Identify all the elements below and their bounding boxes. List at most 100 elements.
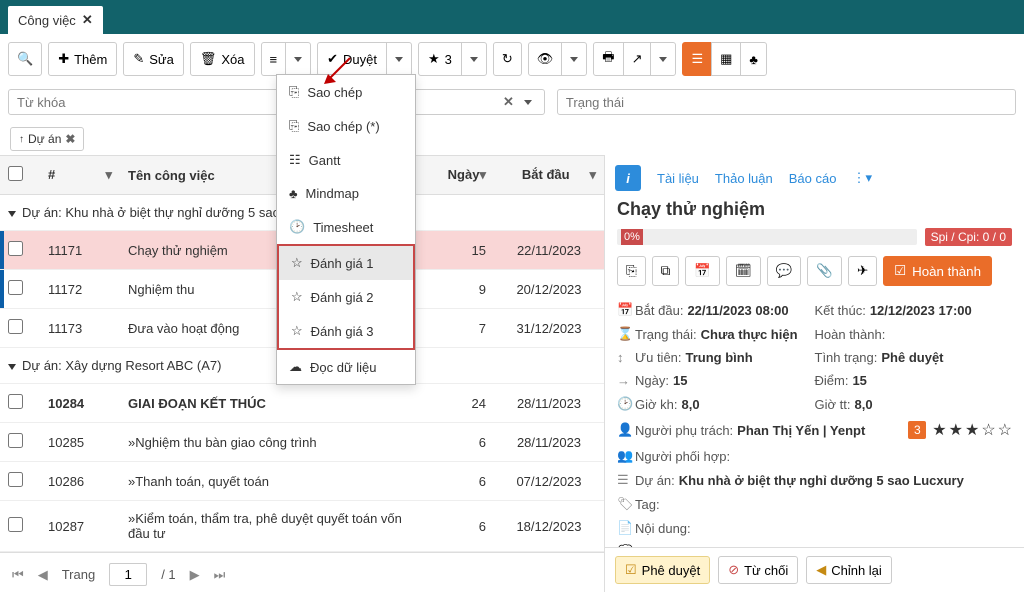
priority-icon: ↕ xyxy=(617,350,631,365)
table-row[interactable]: 10287»Kiểm toán, thẩm tra, phê duyệt quy… xyxy=(0,501,604,552)
tab-label: Công việc xyxy=(18,13,76,28)
comment-button[interactable]: 💬 xyxy=(767,256,802,286)
tag-icon: 🏷 xyxy=(617,496,631,512)
pager-first[interactable]: ⏮ xyxy=(12,567,24,583)
row-checkbox[interactable] xyxy=(8,517,23,532)
menu-rate-1[interactable]: ☆Đánh giá 1 xyxy=(279,246,413,280)
remove-chip-icon[interactable]: ✖ xyxy=(65,132,75,146)
clear-icon[interactable]: ✕ xyxy=(497,94,520,110)
menu-rate-2[interactable]: ☆Đánh giá 2 xyxy=(279,280,413,314)
caret-icon[interactable] xyxy=(524,100,532,105)
clock-icon: 🕑 xyxy=(289,219,305,235)
menu-read-data[interactable]: ☁Đọc dữ liệu xyxy=(277,350,415,384)
list-dropdown[interactable] xyxy=(285,42,311,76)
progress-bar: 0% xyxy=(617,229,917,245)
user-icon: 👤 xyxy=(617,422,631,438)
attach-button[interactable]: 📎 xyxy=(807,256,842,286)
up-icon: ↑ xyxy=(19,134,24,145)
footer-edit-button[interactable]: ◀ Chỉnh lại xyxy=(806,556,892,584)
search-status[interactable] xyxy=(557,89,1016,115)
star-dropdown[interactable] xyxy=(461,42,487,76)
select-all-checkbox[interactable] xyxy=(8,166,23,181)
caret-icon xyxy=(294,57,302,62)
tab-more[interactable]: ⋮▾ xyxy=(852,170,872,186)
ban-icon: ⊘ xyxy=(728,562,739,578)
filter-icon[interactable]: ▾ xyxy=(479,167,486,183)
menu-mindmap[interactable]: ♣Mindmap xyxy=(277,177,415,210)
delete-button[interactable]: 🗑Xóa xyxy=(190,42,255,76)
row-checkbox[interactable] xyxy=(8,394,23,409)
filter-chip-project[interactable]: ↑ Dự án ✖ xyxy=(10,127,84,151)
complete-button[interactable]: ☑Hoàn thành xyxy=(883,256,992,286)
edit-button[interactable]: ✎Sửa xyxy=(123,42,184,76)
menu-copy[interactable]: ⎘Sao chép xyxy=(277,75,415,109)
tab-work[interactable]: Công việc ✕ xyxy=(8,6,103,34)
pager-next[interactable]: ▶ xyxy=(190,567,200,583)
star-button[interactable]: ★3 xyxy=(418,42,462,76)
rating[interactable]: 3★★★☆☆ xyxy=(908,420,1012,440)
collapse-icon[interactable] xyxy=(8,211,16,217)
close-icon[interactable]: ✕ xyxy=(82,12,93,28)
info-tab[interactable]: i xyxy=(615,165,641,191)
binoculars-icon: 🔍 xyxy=(17,51,33,67)
approve-button[interactable]: ✔Duyệt xyxy=(317,42,387,76)
table-row[interactable]: 10285»Nghiệm thu bàn giao công trình 628… xyxy=(0,423,604,462)
keyword-input[interactable] xyxy=(17,95,497,110)
share-dropdown[interactable] xyxy=(650,42,676,76)
doc-icon: 📄 xyxy=(617,520,631,536)
send-button[interactable]: ✈ xyxy=(848,256,877,286)
cloud-icon: ☁ xyxy=(289,359,302,375)
context-menu: ⎘Sao chép ⎘Sao chép (*) ☷Gantt ♣Mindmap … xyxy=(276,74,416,385)
duplicate-button[interactable]: ⧉ xyxy=(652,256,680,286)
row-checkbox[interactable] xyxy=(8,241,23,256)
view-grid-button[interactable]: ▦ xyxy=(711,42,741,76)
users-icon: 👥 xyxy=(617,448,631,464)
chip-bar: ↑ Dự án ✖ xyxy=(0,123,1024,155)
menu-copy-star[interactable]: ⎘Sao chép (*) xyxy=(277,109,415,143)
tab-report[interactable]: Báo cáo xyxy=(789,171,837,186)
star-icon: ☆ xyxy=(291,323,303,339)
check-icon: ✔ xyxy=(327,51,338,67)
filter-bar: ✕ xyxy=(0,85,1024,123)
menu-gantt[interactable]: ☷Gantt xyxy=(277,143,415,177)
status-input[interactable] xyxy=(566,95,1007,110)
share-button[interactable]: ↗ xyxy=(623,42,652,76)
view-tree-button[interactable]: ♣ xyxy=(740,42,767,76)
row-checkbox[interactable] xyxy=(8,319,23,334)
menu-rate-3[interactable]: ☆Đánh giá 3 xyxy=(279,314,413,348)
collapse-icon[interactable] xyxy=(8,364,16,370)
view-list-button[interactable]: ☰ xyxy=(682,42,712,76)
schedule-button[interactable]: 🗓 xyxy=(726,256,761,286)
refresh-button[interactable]: ↻ xyxy=(493,42,522,76)
star-icon: ★ xyxy=(428,51,440,67)
filter-icon[interactable]: ▾ xyxy=(589,167,596,183)
table-row[interactable]: 10284GIAI ĐOẠN KẾT THÚC 2428/11/2023 xyxy=(0,384,604,423)
binoculars-button[interactable]: 🔍 xyxy=(8,42,42,76)
eye-dropdown[interactable] xyxy=(561,42,587,76)
tab-documents[interactable]: Tài liệu xyxy=(657,171,699,186)
list-button[interactable]: ≡ xyxy=(261,42,287,76)
footer-reject-button[interactable]: ⊘ Từ chối xyxy=(718,556,798,584)
copy-button[interactable]: ⎘ xyxy=(617,256,646,286)
footer-approve-button[interactable]: ☑ Phê duyệt xyxy=(615,556,710,584)
add-button[interactable]: ✚Thêm xyxy=(48,42,117,76)
approve-dropdown[interactable] xyxy=(386,42,412,76)
check-icon: ☑ xyxy=(625,562,637,578)
row-checkbox[interactable] xyxy=(8,280,23,295)
complete-icon: ☑ xyxy=(894,263,906,279)
caret-icon xyxy=(395,57,403,62)
trash-icon: 🗑 xyxy=(200,51,217,67)
print-button[interactable]: 🖶 xyxy=(593,42,623,76)
table-row[interactable]: 10286»Thanh toán, quyết toán 607/12/2023 xyxy=(0,462,604,501)
filter-icon[interactable]: ▾ xyxy=(105,167,112,183)
plus-icon: ✚ xyxy=(58,51,69,67)
pager-prev[interactable]: ◀ xyxy=(38,567,48,583)
tab-discuss[interactable]: Thảo luận xyxy=(715,171,773,186)
calendar-button[interactable]: 📅 xyxy=(685,256,720,286)
pager-last[interactable]: ⏭ xyxy=(214,567,226,583)
row-checkbox[interactable] xyxy=(8,433,23,448)
eye-button[interactable]: 👁 xyxy=(528,42,563,76)
pager-page-input[interactable] xyxy=(109,563,147,586)
row-checkbox[interactable] xyxy=(8,472,23,487)
menu-timesheet[interactable]: 🕑Timesheet xyxy=(277,210,415,244)
